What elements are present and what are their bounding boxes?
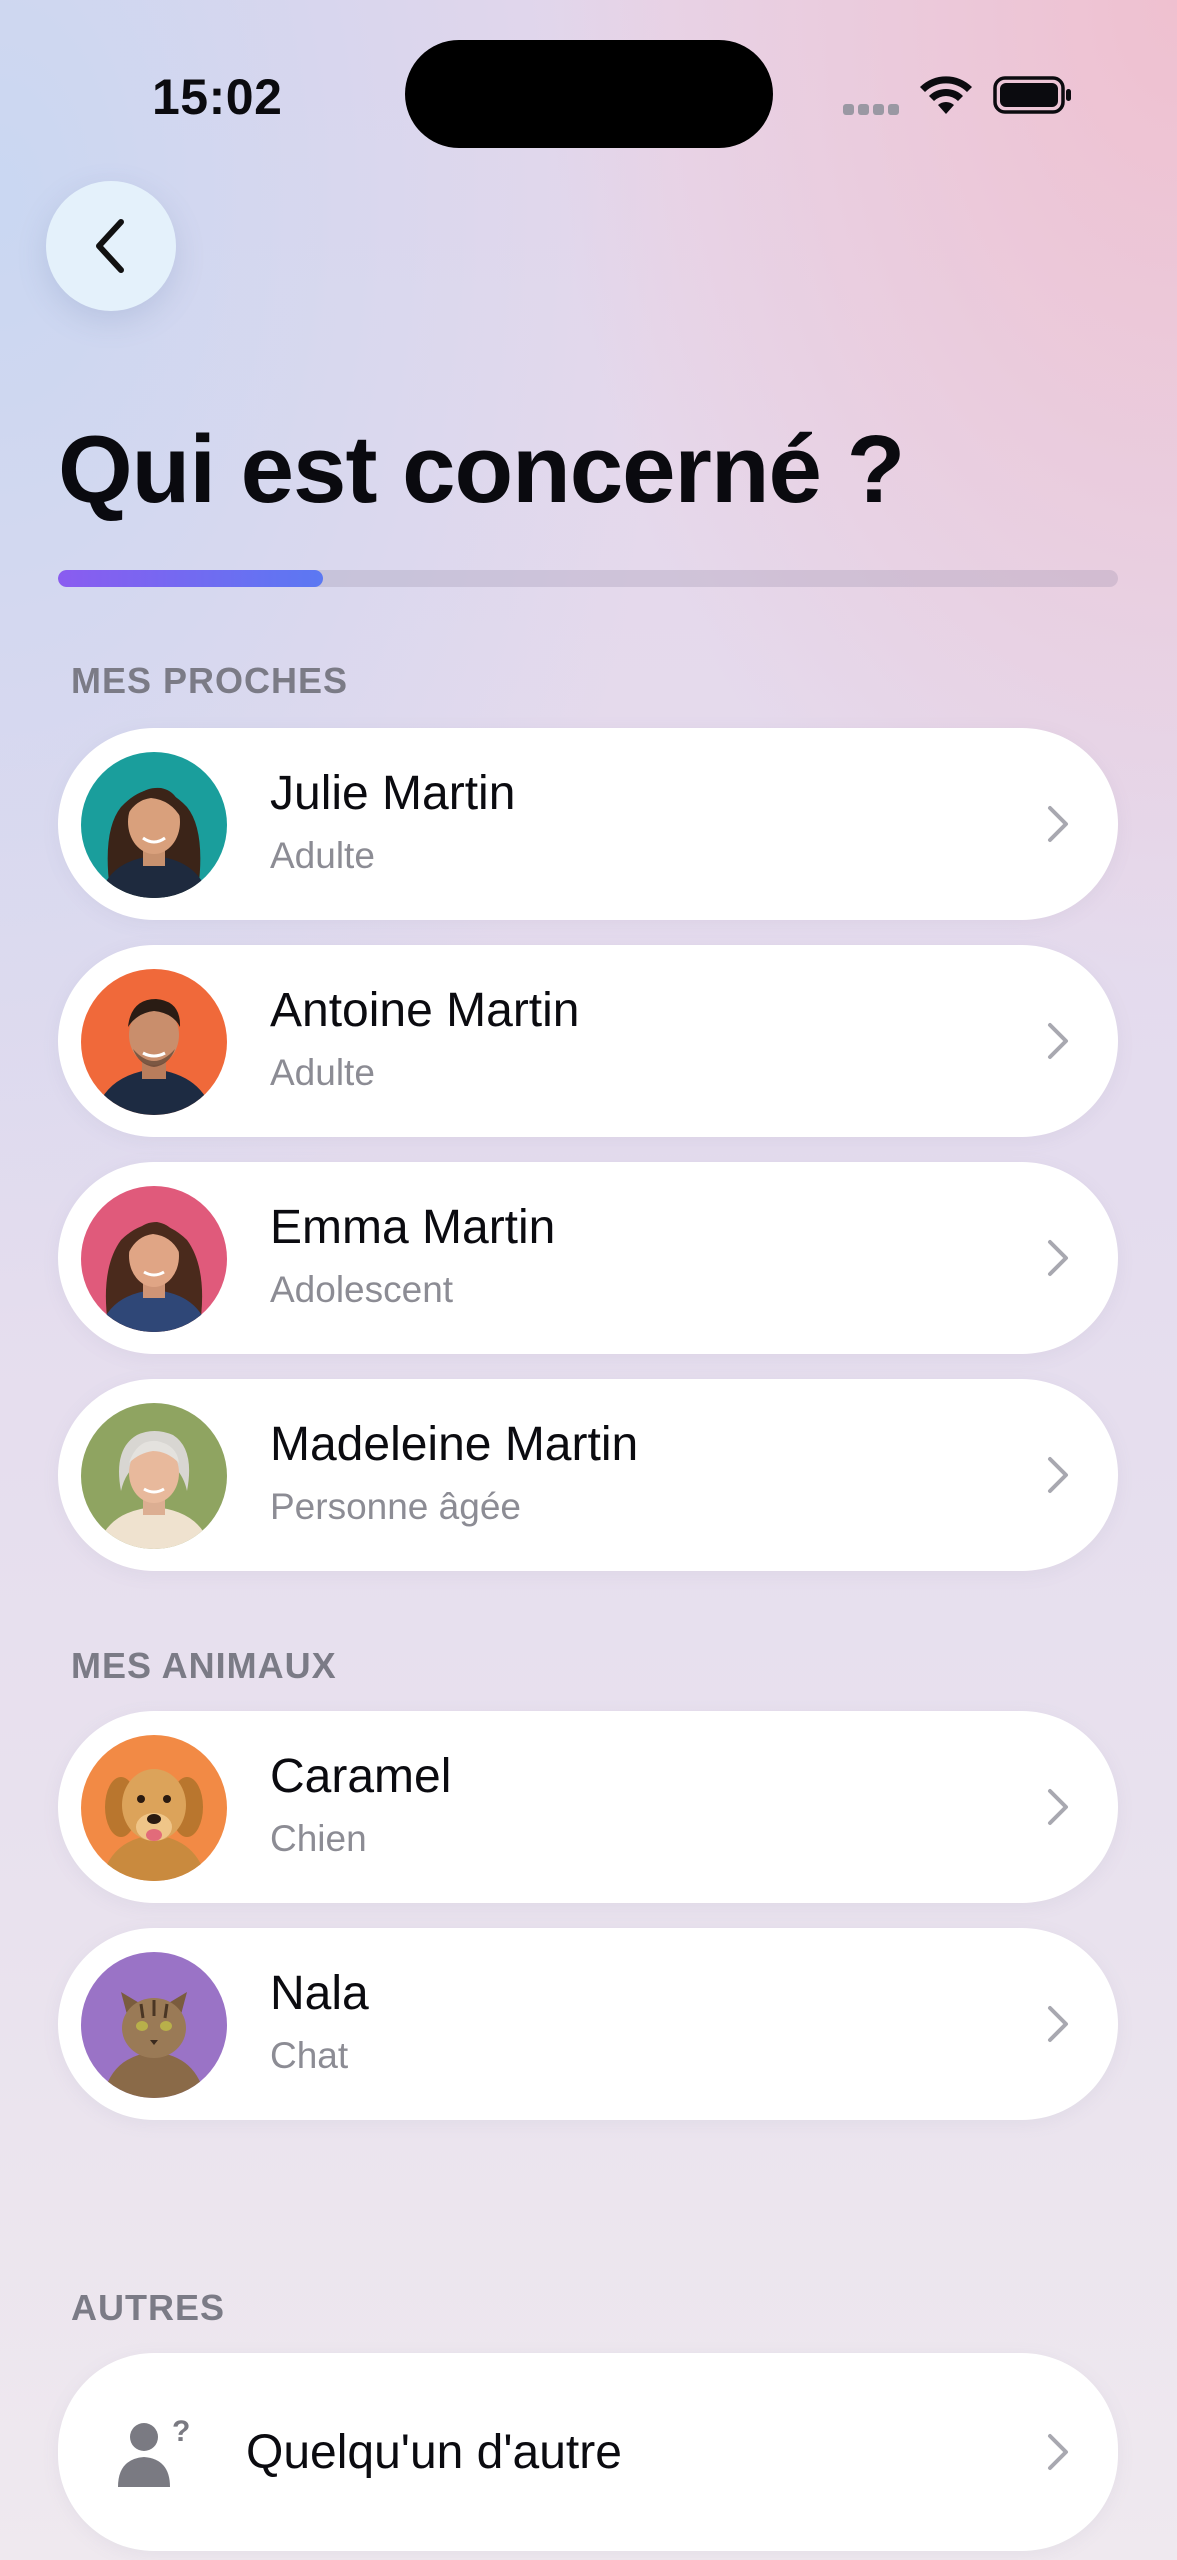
battery-icon <box>993 76 1071 114</box>
avatar <box>81 1403 227 1549</box>
person-name: Julie Martin <box>270 767 516 820</box>
person-type: Adulte <box>270 1052 375 1093</box>
person-row[interactable]: Madeleine Martin Personne âgée <box>58 1379 1118 1571</box>
pet-name: Caramel <box>270 1750 452 1803</box>
person-type: Adulte <box>270 835 375 876</box>
someone-else-label: Quelqu'un d'autre <box>246 2426 622 2479</box>
avatar <box>81 752 227 898</box>
svg-text:?: ? <box>172 2415 190 2448</box>
dynamic-island <box>405 40 773 148</box>
progress-bar-fill <box>58 570 323 587</box>
avatar <box>81 969 227 1115</box>
chevron-right-icon <box>1048 1023 1068 1059</box>
section-label-animaux: MES ANIMAUX <box>71 1645 337 1686</box>
back-button[interactable] <box>46 181 176 311</box>
avatar <box>81 1735 227 1881</box>
chevron-right-icon <box>1048 806 1068 842</box>
chevron-left-icon <box>96 219 124 273</box>
avatar <box>81 1952 227 2098</box>
person-row[interactable]: Antoine Martin Adulte <box>58 945 1118 1137</box>
someone-else-row[interactable]: ? Quelqu'un d'autre <box>58 2353 1118 2551</box>
person-type: Adolescent <box>270 1269 454 1310</box>
progress-bar <box>58 570 1118 587</box>
pet-type: Chat <box>270 2035 349 2076</box>
person-name: Madeleine Martin <box>270 1418 639 1471</box>
chevron-right-icon <box>1048 1789 1068 1825</box>
cellular-signal-icon <box>843 104 899 116</box>
chevron-right-icon <box>1048 2434 1068 2470</box>
pet-row[interactable]: Nala Chat <box>58 1928 1118 2120</box>
status-time: 15:02 <box>152 69 283 125</box>
chevron-right-icon <box>1048 2006 1068 2042</box>
status-bar: 15:02 <box>0 0 1177 190</box>
wifi-icon <box>920 76 972 114</box>
person-name: Emma Martin <box>270 1201 556 1254</box>
pet-name: Nala <box>270 1967 369 2020</box>
person-row[interactable]: Emma Martin Adolescent <box>58 1162 1118 1354</box>
person-question-icon: ? <box>118 2415 190 2487</box>
chevron-right-icon <box>1048 1457 1068 1493</box>
section-label-proches: MES PROCHES <box>71 660 349 701</box>
person-type: Personne âgée <box>270 1486 521 1527</box>
pet-row[interactable]: Caramel Chien <box>58 1711 1118 1903</box>
page-title: Qui est concerné ? <box>58 416 905 523</box>
chevron-right-icon <box>1048 1240 1068 1276</box>
person-name: Antoine Martin <box>270 984 580 1037</box>
pet-type: Chien <box>270 1818 367 1859</box>
avatar <box>81 1186 227 1332</box>
section-label-autres: AUTRES <box>71 2287 226 2328</box>
person-row[interactable]: Julie Martin Adulte <box>58 728 1118 920</box>
